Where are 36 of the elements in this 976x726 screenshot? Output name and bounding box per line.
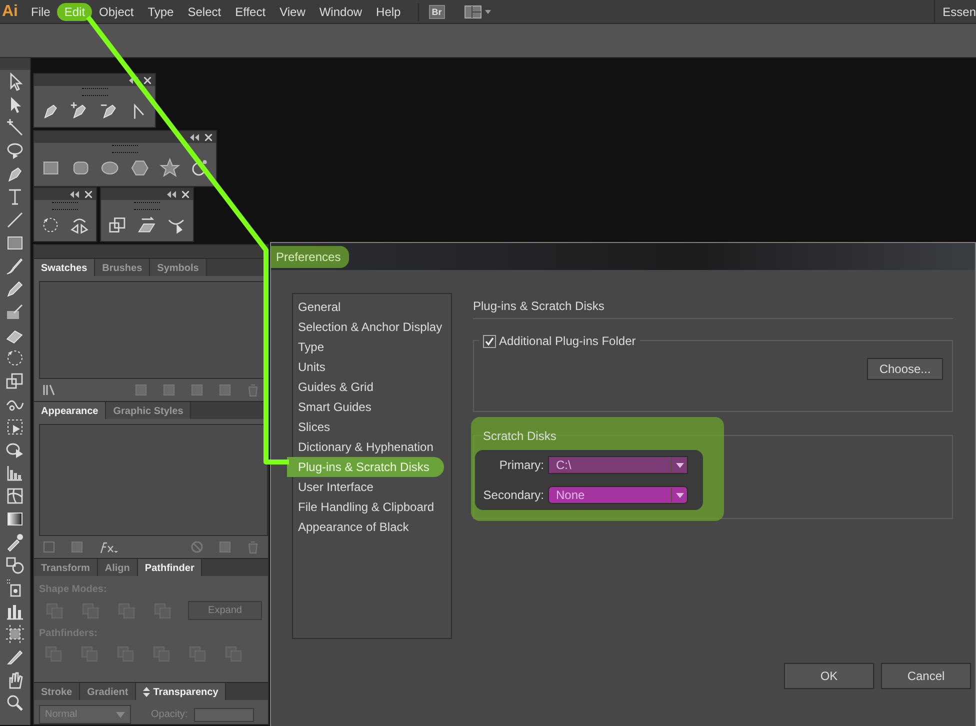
panel-tab[interactable]: Pathfinder — [138, 559, 202, 576]
category-item[interactable]: Type — [293, 337, 451, 357]
menu-item[interactable]: File — [24, 2, 58, 20]
app-logo: Ai — [1, 2, 19, 22]
group-title: Scratch Disks — [483, 428, 556, 445]
menu-item[interactable]: Object — [92, 2, 141, 20]
category-item[interactable]: Smart Guides — [293, 397, 451, 417]
menu-item[interactable]: Effect — [228, 2, 273, 20]
bridge-button[interactable]: Br — [428, 4, 445, 18]
category-item[interactable]: Dictionary & Hyphenation — [293, 437, 451, 457]
disk-dropdown[interactable]: C:\ — [548, 456, 688, 474]
field-label: Secondary: — [482, 487, 544, 504]
panel-tab[interactable]: Swatches — [34, 259, 96, 276]
category-item[interactable]: Guides & Grid — [293, 377, 451, 397]
menu-item[interactable]: Window — [312, 2, 370, 20]
menu-item[interactable]: Type — [140, 2, 181, 20]
section-title: Plug-ins & Scratch Disks — [473, 293, 953, 319]
menu-item[interactable]: Select — [180, 2, 228, 20]
category-item[interactable]: Units — [293, 357, 451, 377]
disk-dropdown[interactable]: None — [548, 486, 688, 504]
category-item[interactable]: Selection & Anchor Display — [293, 317, 451, 337]
category-item[interactable]: Slices — [293, 417, 451, 437]
dialog-button[interactable]: Cancel — [881, 663, 971, 689]
panel-tab[interactable]: Transparency — [136, 683, 226, 700]
dialog-button[interactable]: OK — [784, 663, 874, 689]
menu-item[interactable]: Help — [369, 2, 408, 20]
category-item[interactable]: General — [293, 297, 451, 317]
category-item[interactable]: User Interface — [293, 477, 451, 497]
panel-tab[interactable]: Appearance — [34, 402, 106, 419]
menu-item[interactable]: View — [272, 2, 312, 20]
category-item[interactable]: Appearance of Black — [293, 517, 451, 537]
field-label: Primary: — [498, 457, 544, 474]
choose-button[interactable]: Choose... — [867, 358, 943, 380]
checkbox-label: Additional Plug-ins Folder — [499, 333, 636, 350]
category-item[interactable]: File Handling & Clipboard — [293, 497, 451, 517]
window-title: Preferences — [271, 246, 349, 268]
